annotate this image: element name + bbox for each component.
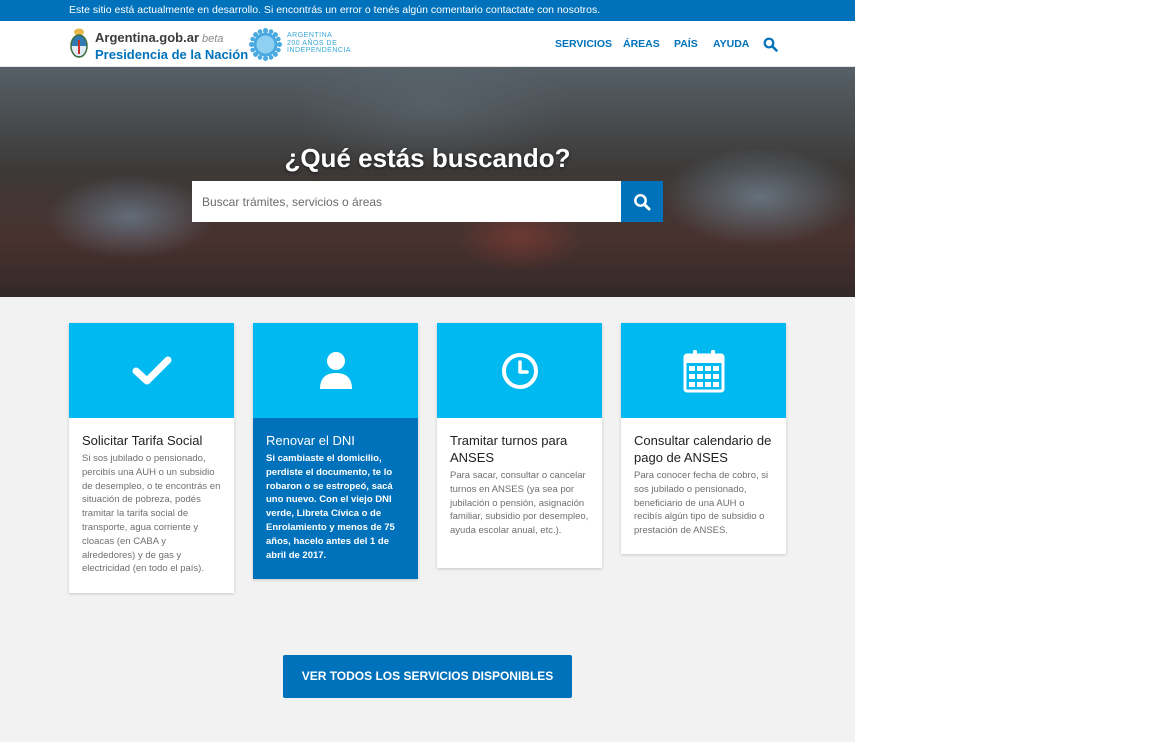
view-all-services-button[interactable]: VER TODOS LOS SERVICIOS DISPONIBLES xyxy=(283,655,572,698)
card-title: Consultar calendario de pago de ANSES xyxy=(634,433,772,465)
bicentenario-line-1: ARGENTINA xyxy=(287,32,333,39)
card-body: Solicitar Tarifa Social Si sos jubilado … xyxy=(69,418,234,588)
notice-text: Este sitio está actualmente en desarroll… xyxy=(69,4,601,16)
card-title: Solicitar Tarifa Social xyxy=(82,433,203,448)
card-title: Renovar el DNI xyxy=(266,433,355,448)
search-button[interactable] xyxy=(621,181,663,222)
beta-label: beta xyxy=(202,33,224,45)
brand-logo[interactable]: Argentina.gob.ar beta Presidencia de la N… xyxy=(95,30,248,62)
page: Este sitio está actualmente en desarroll… xyxy=(0,0,855,742)
card-header xyxy=(253,323,418,418)
card-header xyxy=(69,323,234,418)
bicentenario-text: ARGENTINA 200 AÑOS DE INDEPENDENCIA xyxy=(287,32,351,55)
card-body: Consultar calendario de pago de ANSES Pa… xyxy=(621,418,786,550)
card-body: Renovar el DNI Si cambiaste el domicilio… xyxy=(253,418,418,575)
card-description: Para conocer fecha de cobro, si sos jubi… xyxy=(634,470,769,537)
bicentenario-sun-icon xyxy=(249,28,282,61)
site-header: Argentina.gob.ar beta Presidencia de la N… xyxy=(0,21,855,67)
nav-servicios[interactable]: SERVICIOS xyxy=(555,21,612,67)
service-card-tarifa-social[interactable]: Solicitar Tarifa Social Si sos jubilado … xyxy=(69,323,234,593)
clock-icon xyxy=(501,352,538,389)
bicentenario-line-3: INDEPENDENCIA xyxy=(287,47,352,54)
card-body: Tramitar turnos para ANSES Para sacar, c… xyxy=(437,418,602,550)
service-card-renovar-dni[interactable]: Renovar el DNI Si cambiaste el domicilio… xyxy=(253,323,418,579)
card-description: Si cambiaste el domicilio, perdiste el d… xyxy=(266,453,395,561)
search-icon[interactable] xyxy=(763,37,778,52)
card-header xyxy=(437,323,602,418)
nav-areas[interactable]: ÁREAS xyxy=(623,21,660,67)
search-icon xyxy=(634,193,651,210)
hero-banner: ¿Qué estás buscando? xyxy=(0,67,855,297)
search-input[interactable] xyxy=(192,181,621,222)
brand-subtitle: Presidencia de la Nación xyxy=(95,47,249,62)
nav-pais[interactable]: PAÍS xyxy=(674,21,698,67)
nav-ayuda[interactable]: AYUDA xyxy=(713,21,749,67)
brand-name: Argentina.gob.ar xyxy=(95,30,200,45)
service-card-turnos-anses[interactable]: Tramitar turnos para ANSES Para sacar, c… xyxy=(437,323,602,568)
card-description: Si sos jubilado o pensionado, percibís u… xyxy=(82,453,221,575)
calendar-icon xyxy=(683,349,724,392)
coat-of-arms-icon[interactable] xyxy=(69,28,89,59)
card-title: Tramitar turnos para ANSES xyxy=(450,433,568,465)
card-header xyxy=(621,323,786,418)
bicentenario-line-2: 200 AÑOS DE xyxy=(287,39,338,47)
card-description: Para sacar, consultar o cancelar turnos … xyxy=(450,470,589,537)
development-notice[interactable]: Este sitio está actualmente en desarroll… xyxy=(0,0,855,21)
hero-title: ¿Qué estás buscando? xyxy=(284,143,571,173)
service-card-calendario-anses[interactable]: Consultar calendario de pago de ANSES Pa… xyxy=(621,323,786,554)
user-icon xyxy=(319,351,352,389)
check-icon xyxy=(132,356,171,384)
